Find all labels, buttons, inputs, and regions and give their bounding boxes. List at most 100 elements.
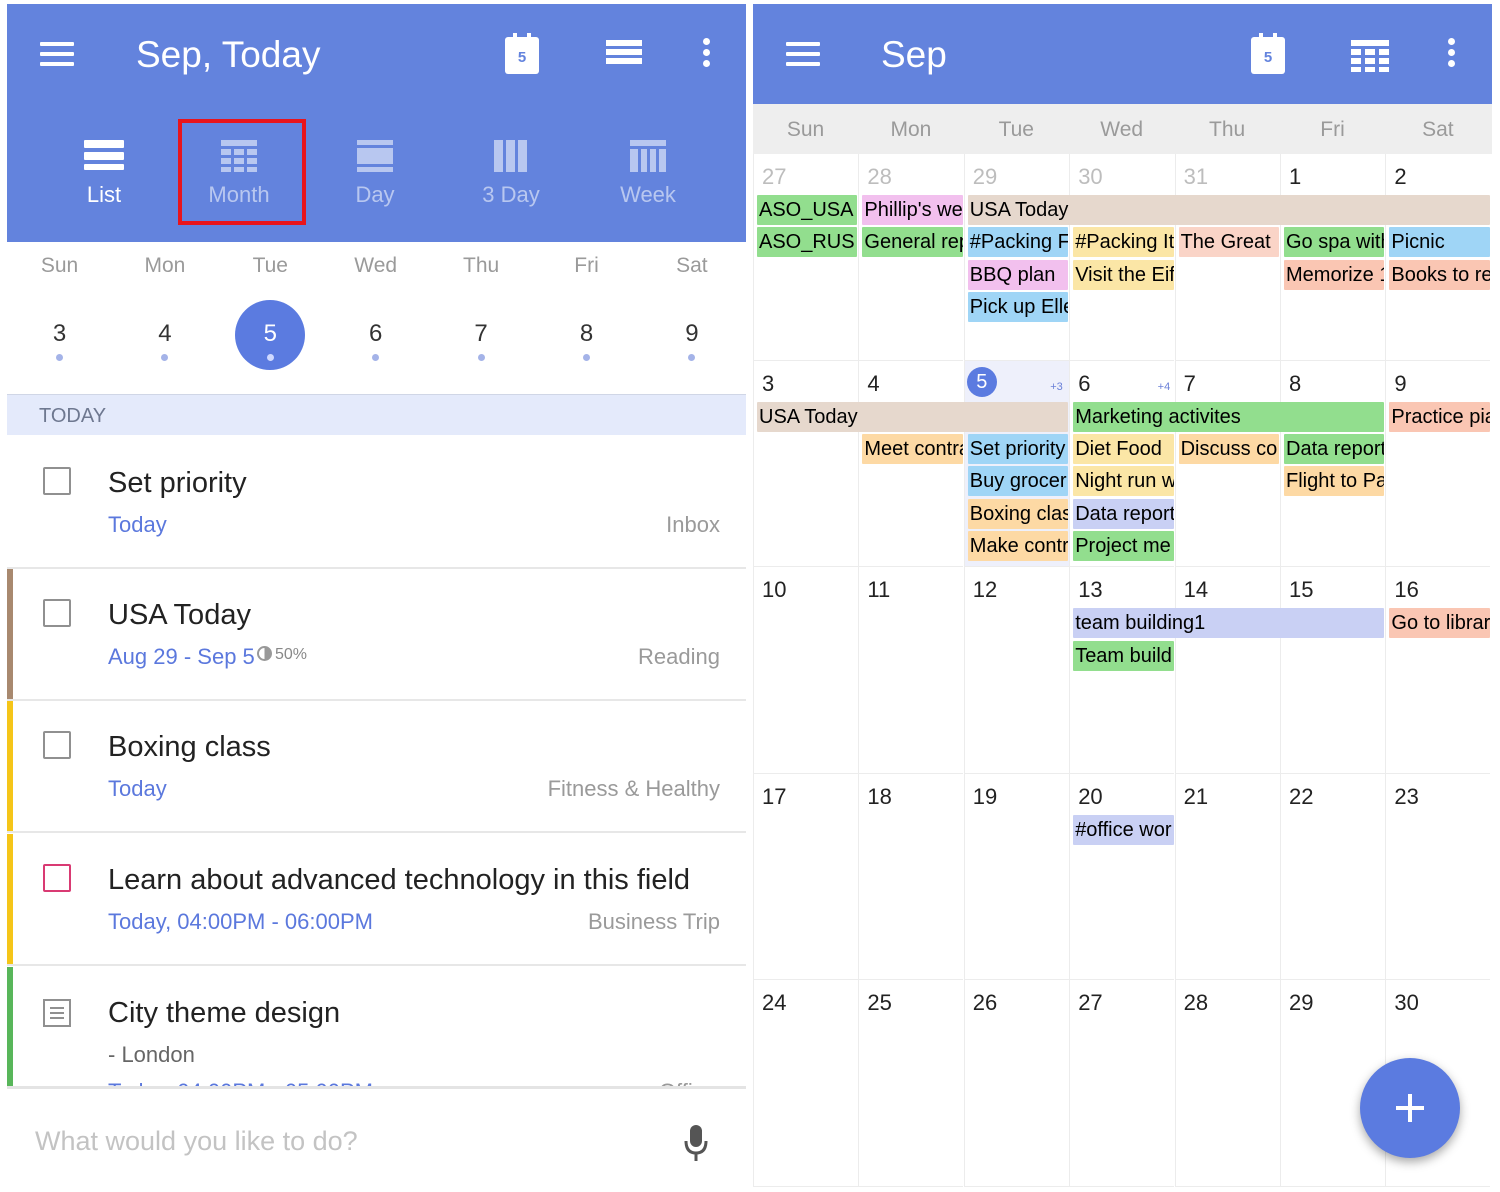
- tab-day[interactable]: Day: [315, 104, 435, 242]
- day-cell[interactable]: 17: [753, 773, 858, 981]
- today-calendar-icon[interactable]: 5: [505, 33, 539, 74]
- calendar-event[interactable]: #office wor: [1073, 814, 1174, 845]
- calendar-event[interactable]: ASO_USA: [757, 195, 858, 225]
- add-event-button[interactable]: [1360, 1058, 1460, 1158]
- day-cell[interactable]: 4: [858, 360, 964, 568]
- menu-icon[interactable]: [40, 42, 74, 66]
- task-item[interactable]: Set priority Today Inbox: [7, 437, 746, 569]
- calendar-event[interactable]: #Packing It: [1073, 227, 1174, 258]
- day-cell[interactable]: 30: [1069, 154, 1175, 361]
- task-item[interactable]: Boxing class Today Fitness & Healthy: [7, 701, 746, 833]
- calendar-event[interactable]: Memorize 1: [1284, 259, 1385, 290]
- calendar-event[interactable]: Flight to Pa: [1284, 466, 1385, 497]
- calendar-event[interactable]: BBQ plan: [967, 259, 1069, 290]
- day-cell[interactable]: 7: [1174, 360, 1280, 568]
- microphone-icon[interactable]: [683, 1125, 709, 1163]
- day-cell[interactable]: 31: [1174, 154, 1280, 361]
- task-checkbox[interactable]: [43, 599, 71, 627]
- calendar-event[interactable]: General rep: [862, 227, 963, 258]
- week-date[interactable]: 5: [218, 320, 323, 348]
- day-cell[interactable]: 27: [1069, 980, 1175, 1187]
- calendar-event[interactable]: Go to librar: [1389, 608, 1490, 639]
- tab-list[interactable]: List: [44, 104, 164, 242]
- day-cell[interactable]: 21: [1174, 773, 1280, 981]
- calendar-event[interactable]: Practice pia: [1389, 401, 1490, 432]
- view-switch-icon[interactable]: [606, 40, 642, 72]
- week-date[interactable]: 7: [429, 320, 534, 348]
- day-cell[interactable]: 9: [1385, 360, 1491, 568]
- task-checkbox[interactable]: [43, 467, 71, 495]
- day-cell[interactable]: 3: [753, 360, 858, 568]
- calendar-event[interactable]: Visit the Eif: [1073, 259, 1174, 290]
- calendar-event[interactable]: Discuss co: [1178, 433, 1279, 464]
- calendar-event[interactable]: Make contr: [967, 530, 1069, 561]
- week-date[interactable]: 9: [639, 320, 744, 348]
- day-cell[interactable]: 2: [1385, 154, 1491, 361]
- calendar-event[interactable]: #Packing F: [967, 227, 1069, 258]
- day-cell[interactable]: 27: [753, 154, 858, 361]
- calendar-event[interactable]: Project me: [1073, 530, 1174, 561]
- day-cell[interactable]: 20: [1069, 773, 1175, 981]
- day-cell[interactable]: 15: [1280, 567, 1385, 774]
- calendar-event[interactable]: USA Today: [757, 401, 1069, 432]
- week-date[interactable]: 8: [534, 320, 639, 348]
- week-date[interactable]: 4: [112, 320, 217, 348]
- more-options-icon[interactable]: [1445, 38, 1457, 72]
- task-item[interactable]: USA Today Aug 29 - Sep 5 Reading 50%: [7, 569, 746, 701]
- note-icon[interactable]: [43, 999, 71, 1027]
- quick-add-input[interactable]: [35, 1119, 635, 1163]
- today-calendar-icon[interactable]: 5: [1251, 33, 1285, 74]
- day-cell[interactable]: 29: [963, 154, 1069, 361]
- day-cell[interactable]: 24: [753, 980, 858, 1187]
- day-cell[interactable]: 26: [963, 980, 1069, 1187]
- day-cell[interactable]: 28: [858, 154, 964, 361]
- calendar-event[interactable]: The Great: [1178, 227, 1279, 258]
- calendar-event[interactable]: Data report: [1073, 498, 1174, 529]
- calendar-event[interactable]: Night run w: [1073, 466, 1174, 497]
- task-checkbox[interactable]: [43, 864, 71, 892]
- calendar-event[interactable]: Pick up Elle: [967, 291, 1069, 322]
- more-events-count[interactable]: +4: [1158, 381, 1171, 393]
- day-number: 19: [972, 783, 998, 809]
- day-cell[interactable]: 25: [858, 980, 964, 1187]
- day-cell[interactable]: 22: [1280, 773, 1385, 981]
- day-cell[interactable]: 14: [1174, 567, 1280, 774]
- task-item[interactable]: Learn about advanced technology in this …: [7, 834, 746, 966]
- day-cell[interactable]: 8: [1280, 360, 1385, 568]
- day-cell[interactable]: 11: [858, 567, 964, 774]
- weekday-label: Mon: [144, 254, 186, 277]
- more-events-count[interactable]: +3: [1050, 381, 1063, 393]
- month-grid-icon[interactable]: [1351, 40, 1389, 72]
- calendar-event[interactable]: USA Today: [967, 195, 1490, 225]
- calendar-event[interactable]: Meet contra: [862, 433, 963, 464]
- day-cell[interactable]: 19: [963, 773, 1069, 981]
- calendar-event[interactable]: Data report: [1284, 433, 1385, 464]
- task-item[interactable]: City theme design- LondonToday, 04:00PM …: [7, 967, 746, 1104]
- day-cell[interactable]: 18: [858, 773, 964, 981]
- day-cell[interactable]: 23: [1385, 773, 1491, 981]
- calendar-event[interactable]: Books to re: [1389, 259, 1490, 290]
- calendar-event[interactable]: Picnic: [1389, 227, 1490, 258]
- calendar-event[interactable]: Go spa with: [1284, 227, 1385, 258]
- menu-icon[interactable]: [786, 42, 820, 66]
- day-cell[interactable]: 16: [1385, 567, 1491, 774]
- task-checkbox[interactable]: [43, 731, 71, 759]
- calendar-event[interactable]: Set priority: [967, 433, 1069, 464]
- week-date[interactable]: 3: [7, 320, 112, 348]
- calendar-event[interactable]: Team build: [1073, 640, 1174, 671]
- week-date[interactable]: 6: [323, 320, 428, 348]
- calendar-event[interactable]: ASO_RUS: [757, 227, 858, 258]
- calendar-event[interactable]: team building1: [1073, 608, 1385, 639]
- tab-3-day[interactable]: 3 Day: [451, 104, 571, 242]
- calendar-event[interactable]: Phillip's we: [862, 195, 963, 225]
- day-cell[interactable]: 10: [753, 567, 858, 774]
- day-cell[interactable]: 1: [1280, 154, 1385, 361]
- day-cell[interactable]: 28: [1174, 980, 1280, 1187]
- calendar-event[interactable]: Buy grocer: [967, 466, 1069, 497]
- calendar-event[interactable]: Marketing activites: [1073, 401, 1385, 432]
- calendar-event[interactable]: Diet Food: [1073, 433, 1174, 464]
- day-cell[interactable]: 12: [963, 567, 1069, 774]
- more-options-icon[interactable]: [700, 38, 712, 72]
- calendar-event[interactable]: Boxing clas: [967, 498, 1069, 529]
- tab-week[interactable]: Week: [588, 104, 708, 242]
